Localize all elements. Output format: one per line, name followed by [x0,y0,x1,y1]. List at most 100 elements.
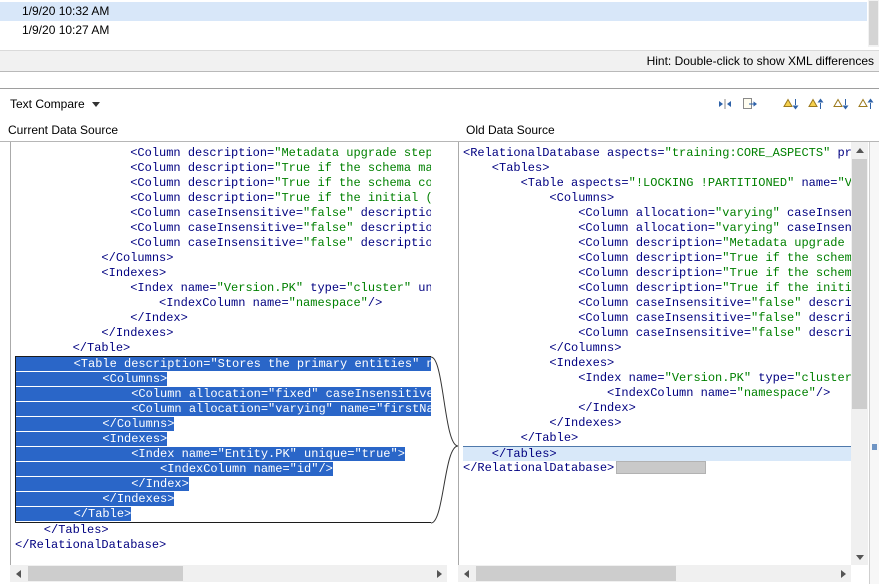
diff-connector [431,142,458,565]
code-line: <Columns> [16,372,433,387]
up-arrow-icon [856,148,864,153]
code-line: <Indexes> [15,266,434,281]
code-line: <Column allocation="varying" caseInsensi… [463,221,855,236]
code-line: </Indexes> [16,492,433,507]
code-line: <Column description="True if the initial… [463,281,855,296]
insertion-placeholder [616,461,706,474]
code-line: <Column caseInsensitive="false" descript… [15,236,434,251]
code-line: <Column caseInsensitive="false" descript… [15,206,434,221]
previous-change-icon[interactable] [857,95,875,113]
code-line: </RelationalDatabase> [463,461,855,476]
code-line: </Tables> [463,446,855,461]
scroll-up-arrow[interactable] [851,142,868,158]
panes: <Column description="Metadata upgrade st… [0,142,879,584]
diff-overview-marker[interactable] [872,444,877,450]
code-line: </RelationalDatabase> [15,538,434,553]
left-horizontal-scrollbar[interactable] [10,565,447,582]
code-line: </Columns> [15,251,434,266]
code-line: <Column description="Metadata upgrade st… [463,236,855,251]
compare-title: Text Compare [10,97,85,111]
right-arrow-icon [437,570,442,578]
dropdown-caret-icon [92,102,100,107]
scroll-left-arrow[interactable] [10,565,26,582]
code-line: <IndexColumn name="id"/> [16,462,433,477]
scroll-right-arrow[interactable] [835,565,851,582]
scroll-right-arrow[interactable] [431,565,447,582]
code-line: <Indexes> [16,432,433,447]
code-line: <Index name="Version.PK" type="cluster" … [463,371,855,386]
text-compare-menu[interactable]: Text Compare [10,97,100,111]
diff-selected-block: <Table description="Stores the primary e… [15,356,434,523]
text-compare-panel: Text Compare Current Data Source Old Dat… [0,88,879,584]
right-vertical-scrollbar[interactable] [851,142,868,565]
code-line: <IndexColumn name="namespace"/> [15,296,434,311]
code-line: <Column caseInsensitive="false" descript… [15,221,434,236]
code-line: <Table aspects="!LOCKING !PARTITIONED" n… [463,176,855,191]
code-line: <Column allocation="fixed" caseInsensiti… [16,387,433,402]
code-line: <Column caseInsensitive="false" descript… [463,311,855,326]
code-line: <Indexes> [463,356,855,371]
swap-left-right-icon[interactable] [716,95,734,113]
code-line: </Index> [15,311,434,326]
code-line: <Index name="Entity.PK" unique="true"> [16,447,433,462]
code-line: <Column description="True if the schema … [15,161,434,176]
history-row[interactable]: 1/9/20 10:32 AM [0,2,867,21]
hint-text: Hint: Double-click to show XML differenc… [647,54,874,68]
code-line: <Column description="True if the schema … [463,251,855,266]
left-arrow-icon [464,570,469,578]
left-code[interactable]: <Column description="Metadata upgrade st… [11,142,435,565]
history-scrollbar-thumb[interactable] [869,1,878,45]
code-line: <Index name="Version.PK" type="cluster" … [15,281,434,296]
code-line: <Column description="True if the schema … [463,266,855,281]
left-hscroll-thumb[interactable] [28,566,183,581]
history-list: 1/9/20 10:32 AM1/9/20 10:27 AM [0,2,867,40]
history-scrollbar[interactable] [868,0,879,47]
diff-connector-gutter [431,142,458,565]
right-pane-title: Old Data Source [466,123,555,137]
code-line: <Column description="True if the schema … [15,176,434,191]
code-line: </Indexes> [463,416,855,431]
code-line: <RelationalDatabase aspects="training:CO… [463,146,855,161]
history-row[interactable]: 1/9/20 10:27 AM [0,21,867,40]
hint-bar: Hint: Double-click to show XML differenc… [0,50,879,72]
scroll-left-arrow[interactable] [458,565,474,582]
code-line: <IndexColumn name="namespace"/> [463,386,855,401]
code-line: </Table> [16,507,433,522]
right-horizontal-scrollbar[interactable] [458,565,851,582]
right-hscroll-thumb[interactable] [476,566,676,581]
left-arrow-icon [16,570,21,578]
code-line: <Column caseInsensitive="false" descript… [463,296,855,311]
previous-difference-icon[interactable] [807,95,825,113]
code-line: <Column description="True if the initial… [15,191,434,206]
code-line: <Columns> [463,191,855,206]
compare-header: Text Compare [0,89,879,119]
code-line: <Column allocation="varying" caseInsensi… [463,206,855,221]
right-arrow-icon [841,570,846,578]
down-arrow-icon [856,555,864,560]
right-code[interactable]: <RelationalDatabase aspects="training:CO… [458,142,856,565]
pane-titles: Current Data Source Old Data Source [0,119,879,142]
next-difference-icon[interactable] [782,95,800,113]
code-line: <Column allocation="varying" name="first… [16,402,433,417]
compare-toolbar [716,95,875,113]
code-line: <Table description="Stores the primary e… [16,357,433,372]
code-line: <Tables> [463,161,855,176]
next-change-icon[interactable] [832,95,850,113]
code-line: <Column caseInsensitive="false" descript… [463,326,855,341]
left-pane-title: Current Data Source [8,123,118,137]
code-line: </Table> [15,341,434,356]
right-vscroll-thumb[interactable] [852,159,867,409]
scroll-down-arrow[interactable] [851,549,868,565]
code-line: </Columns> [463,341,855,356]
code-line: </Index> [463,401,855,416]
code-line: </Indexes> [15,326,434,341]
history-panel: 1/9/20 10:32 AM1/9/20 10:27 AM Hint: Dou… [0,0,879,72]
code-line: </Columns> [16,417,433,432]
code-line: </Tables> [15,523,434,538]
overview-ruler[interactable] [869,142,879,584]
code-line: </Table> [463,431,855,446]
code-line: </Index> [16,477,433,492]
code-line: <Column description="Metadata upgrade st… [15,146,434,161]
left-diff-margin [0,142,11,565]
copy-left-to-right-icon[interactable] [741,95,759,113]
